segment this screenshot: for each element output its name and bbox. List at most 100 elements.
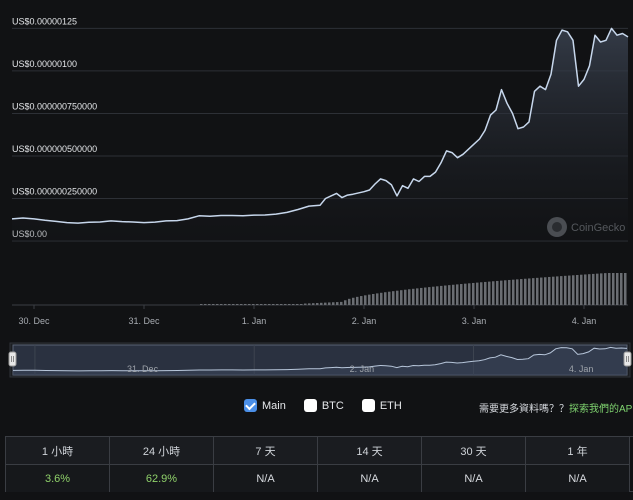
volume-bar [528, 278, 531, 305]
y-tick-label: US$0.00000100 [12, 59, 77, 69]
perf-header-1y: 1 年 [526, 437, 630, 465]
y-tick-label: US$0.000000750000 [12, 101, 97, 111]
volume-bar [420, 287, 423, 305]
volume-bar [288, 304, 291, 305]
perf-value-1h: 3.6% [6, 465, 110, 492]
volume-bar [380, 292, 383, 305]
volume-bar [592, 273, 595, 305]
volume-bar [324, 302, 327, 305]
volume-bar [504, 280, 507, 305]
volume-bar [368, 294, 371, 305]
volume-bar [200, 304, 203, 305]
volume-bar [580, 274, 583, 305]
volume-bar [224, 304, 227, 305]
volume-bar [600, 273, 603, 305]
volume-bar [452, 284, 455, 305]
volume-bar [576, 274, 579, 305]
main-checkbox[interactable] [244, 399, 257, 412]
volume-bar [492, 281, 495, 305]
volume-bar [500, 280, 503, 305]
y-tick-label: US$0.00000125 [12, 16, 77, 26]
volume-bars [12, 273, 628, 306]
volume-bar [516, 279, 519, 305]
volume-bar [364, 295, 367, 305]
volume-bar [572, 275, 575, 305]
volume-bar [408, 289, 411, 305]
volume-bar [348, 298, 351, 305]
btc-checkbox[interactable] [303, 399, 317, 412]
volume-bar [612, 273, 615, 305]
volume-bar [296, 304, 299, 305]
volume-bar [620, 273, 623, 305]
volume-bar [328, 302, 331, 305]
volume-bar [208, 304, 211, 305]
legend-eth[interactable]: ETH [361, 399, 402, 412]
volume-bar [404, 289, 407, 305]
volume-bar [400, 290, 403, 305]
volume-bar [436, 286, 439, 305]
perf-value-14d: N/A [318, 465, 422, 492]
volume-bar [544, 277, 547, 305]
volume-bar [608, 273, 611, 305]
volume-bar [356, 296, 359, 305]
volume-bar [372, 293, 375, 305]
navigator-tick-label: 2. Jan [350, 364, 375, 374]
volume-bar [568, 275, 571, 305]
volume-bar [344, 300, 347, 305]
volume-bar [340, 301, 343, 305]
volume-bar [416, 288, 419, 305]
volume-bar [332, 302, 335, 305]
volume-bar [220, 304, 223, 305]
volume-bar [512, 279, 515, 305]
legend-main[interactable]: Main [244, 399, 286, 412]
legend-btc-label: BTC [321, 399, 344, 412]
volume-bar [272, 304, 275, 305]
perf-value-30d: N/A [422, 465, 526, 492]
volume-bar [560, 276, 563, 305]
volume-bar [476, 282, 479, 305]
volume-bar [228, 304, 231, 305]
volume-bar [424, 287, 427, 305]
volume-bar [440, 285, 443, 305]
volume-bar [336, 302, 339, 305]
volume-bar [584, 274, 587, 305]
perf-header-14d: 14 天 [318, 437, 422, 465]
navigator-tick-label: 4. Jan [569, 364, 594, 374]
volume-bar [472, 282, 475, 305]
x-tick-label: 30. Dec [18, 316, 50, 326]
volume-bar [556, 276, 559, 305]
legend-main-label: Main [262, 399, 286, 412]
x-tick-label: 4. Jan [572, 316, 597, 326]
volume-bar [284, 304, 287, 305]
volume-bar [300, 304, 303, 305]
perf-value-1y: N/A [526, 465, 630, 492]
volume-bar [432, 286, 435, 305]
volume-bar [280, 304, 283, 305]
volume-bar [596, 273, 599, 305]
perf-header-24h: 24 小時 [110, 437, 214, 465]
x-tick-label: 3. Jan [462, 316, 487, 326]
navigator-right-handle[interactable] [623, 351, 632, 367]
volume-bar [216, 304, 219, 305]
volume-bar [624, 273, 627, 305]
volume-bar [204, 304, 207, 305]
perf-header-7d: 7 天 [214, 437, 318, 465]
volume-bar [292, 304, 295, 305]
eth-checkbox[interactable] [361, 399, 375, 412]
y-axis-labels: US$0.00000125 US$0.00000100 US$0.000000750… [12, 16, 97, 239]
api-link[interactable]: 探索我們的API [569, 404, 633, 415]
performance-table: 1 小時 24 小時 7 天 14 天 30 天 1 年 3.6% 62.9% … [5, 436, 633, 492]
perf-header-30d: 30 天 [422, 437, 526, 465]
volume-bar [256, 304, 259, 305]
volume-bar [412, 288, 415, 305]
volume-bar [464, 283, 467, 305]
volume-bar [540, 277, 543, 305]
volume-bar [376, 293, 379, 305]
legend-btc[interactable]: BTC [303, 399, 344, 412]
volume-bar [236, 304, 239, 305]
range-navigator[interactable]: 31. Dec 2. Jan 4. Jan [8, 342, 632, 378]
x-axis-labels: 30. Dec 31. Dec 1. Jan 2. Jan 3. Jan 4. Jan [18, 305, 596, 326]
volume-bar [304, 303, 307, 305]
volume-bar [308, 303, 311, 305]
navigator-left-handle[interactable] [8, 351, 17, 367]
